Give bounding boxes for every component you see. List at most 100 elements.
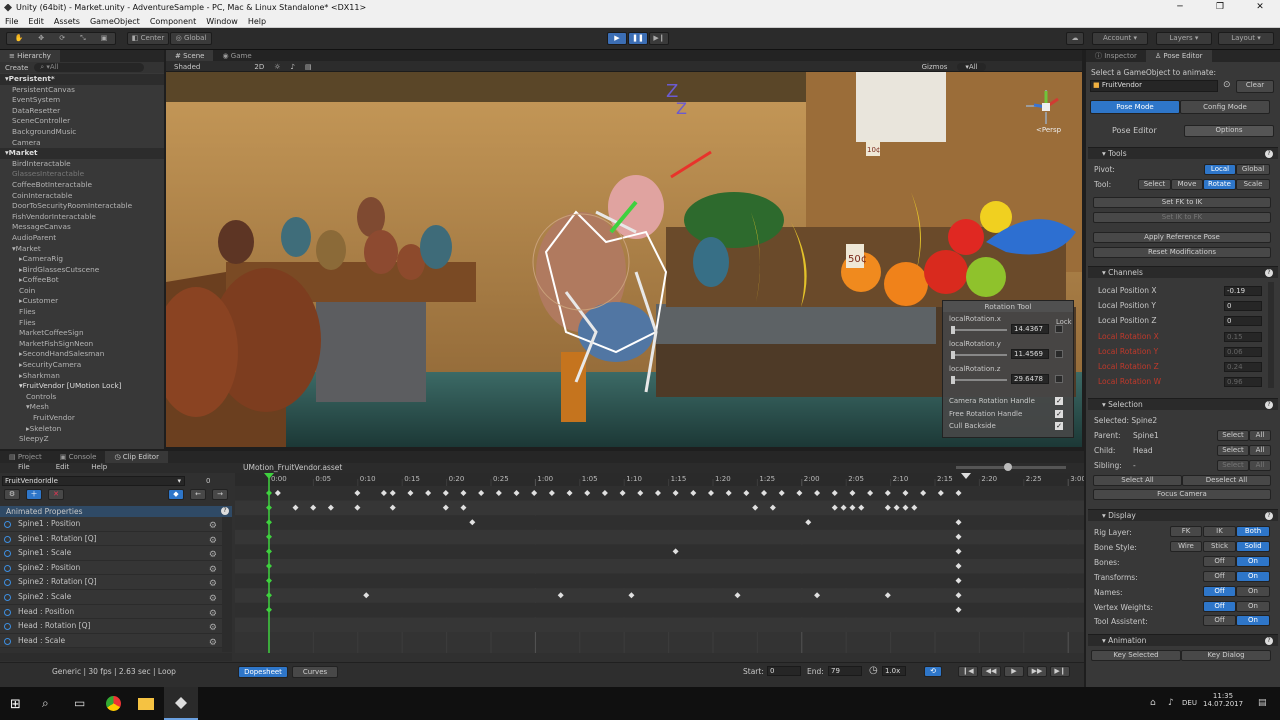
transforms-on-button[interactable]: On [1236,571,1270,582]
rotation-slider[interactable] [951,351,1007,359]
network-icon[interactable]: ⌂ [1150,698,1156,708]
select-parent-all-button[interactable]: All [1249,430,1271,441]
rotation-slider[interactable] [951,376,1007,384]
vertex-on-button[interactable]: On [1236,601,1270,612]
hierarchy-item[interactable]: ▾FruitVendor [UMotion Lock] [0,381,164,392]
hand-tool-icon[interactable]: ✋ [15,33,24,44]
animated-property-row[interactable]: Spine1 : Rotation [Q] ⚙ [0,531,222,547]
animated-property-row[interactable]: Spine1 : Position ⚙ [0,517,222,532]
key-dialog-button[interactable]: Key Dialog [1181,650,1271,661]
help-icon[interactable]: ? [1265,512,1273,520]
hierarchy-item[interactable]: ▾Market [0,148,164,159]
animated-property-row[interactable]: Spine2 : Position ⚙ [0,560,222,576]
rig-fk-button[interactable]: FK [1170,526,1202,537]
effects-icon[interactable]: ▤ [305,63,312,71]
rotation-value-field[interactable]: 29.6478 [1011,374,1049,384]
hierarchy-item[interactable]: DoorToSecurityRoomInteractable [0,201,164,212]
focus-camera-button[interactable]: Focus Camera [1093,489,1271,500]
pivot-local-button[interactable]: Local [1204,164,1236,175]
hierarchy-item[interactable]: MessageCanvas [0,222,164,233]
hierarchy-item[interactable]: MarketCoffeeSign [0,328,164,339]
help-icon[interactable]: ? [1265,150,1273,158]
hierarchy-item[interactable]: ▸CoffeeBot [0,275,164,286]
animated-property-row[interactable]: Head : Rotation [Q] ⚙ [0,619,222,634]
hierarchy-item[interactable]: Controls [0,392,164,403]
options-subtab[interactable]: Options [1184,125,1274,137]
maximize-button[interactable]: ❐ [1200,0,1240,15]
hierarchy-item[interactable]: FishVendorInteractable [0,212,164,223]
tools-header[interactable]: ▾ Tools? [1088,147,1278,159]
clear-button[interactable]: Clear [1236,80,1274,93]
next-frame-button[interactable]: ▶▶ [1027,666,1047,677]
volume-icon[interactable]: ♪ [1168,698,1174,708]
tab-console[interactable]: ▣ Console [51,451,106,463]
pose-editor-subtab[interactable]: Pose Editor [1112,126,1157,135]
bone-wire-button[interactable]: Wire [1170,541,1202,552]
selection-header[interactable]: ▾ Selection? [1088,398,1278,410]
rotation-slider[interactable] [951,326,1007,334]
curves-button[interactable]: Curves [292,666,338,678]
tool-select-button[interactable]: Select [1138,179,1171,190]
tab-clip-editor[interactable]: ◷ Clip Editor [105,451,168,463]
select-all-button[interactable]: Select All [1093,475,1182,486]
tool-rotate-button[interactable]: Rotate [1203,179,1236,190]
hierarchy-item[interactable]: ▸CameraRig [0,254,164,265]
deselect-all-button[interactable]: Deselect All [1182,475,1271,486]
rotation-value-field[interactable]: 11.4569 [1011,349,1049,359]
pivot-global-button[interactable]: Global [1236,164,1270,175]
prev-key-icon[interactable]: ← [190,489,206,500]
lighting-icon[interactable]: ☼ [274,63,280,71]
animation-header[interactable]: ▾ Animation? [1088,634,1278,646]
names-on-button[interactable]: On [1236,586,1270,597]
play-button[interactable]: ▶ [607,32,627,45]
hierarchy-item[interactable]: SleepyZ [0,434,164,445]
clock[interactable]: 11:35 14.07.2017 [1203,692,1243,708]
set-ik-to-fk-button[interactable]: Set IK to FK [1093,212,1271,223]
clip-menu-help[interactable]: Help [81,463,119,473]
channel-value-field[interactable]: 0 [1224,316,1262,327]
hierarchy-item[interactable]: BirdInteractable [0,159,164,170]
channel-value-field[interactable]: -0.19 [1224,286,1262,296]
rect-tool-icon[interactable]: ▣ [101,33,108,44]
channels-header[interactable]: ▾ Channels? [1088,266,1278,278]
assist-on-button[interactable]: On [1236,615,1270,626]
menu-assets[interactable]: Assets [49,15,85,28]
menu-edit[interactable]: Edit [23,15,49,28]
select-parent-button[interactable]: Select [1217,430,1249,441]
unity-taskbar-button[interactable] [164,687,198,720]
zoom-slider[interactable] [956,463,1066,471]
bones-off-button[interactable]: Off [1203,556,1236,567]
channel-value-field[interactable]: 0.24 [1224,362,1262,372]
hierarchy-item[interactable]: ▸Customer [0,296,164,307]
loop-toggle-icon[interactable]: ⟲ [924,666,942,677]
tab-pose-editor[interactable]: ♙ Pose Editor [1145,50,1212,62]
assist-off-button[interactable]: Off [1203,615,1236,626]
prev-frame-button[interactable]: ◀◀ [981,666,1001,677]
rotation-tool-window[interactable]: Rotation Tool Lock localRotation.x 14.43… [942,300,1074,438]
scale-tool-icon[interactable]: ⤡ [80,33,86,44]
rotation-option-checkbox[interactable]: ✓ [1055,422,1063,430]
move-tool-icon[interactable]: ✥ [38,33,44,44]
scene-search-input[interactable]: ▾All [957,62,986,71]
animated-property-row[interactable]: Head : Position ⚙ [0,604,222,620]
end-field[interactable]: 79 [828,666,862,676]
channels-scrollbar[interactable] [1268,282,1274,388]
account-dropdown[interactable]: Account ▾ [1092,32,1148,45]
clip-select-dropdown[interactable]: FruitVendorIdle ▾ [2,476,185,486]
hierarchy-item[interactable]: DataResetter [0,106,164,117]
gizmos-dropdown[interactable]: Gizmos [922,63,948,71]
channel-value-field[interactable]: 0 [1224,301,1262,312]
help-icon[interactable]: ? [1265,269,1273,277]
current-frame-field[interactable]: 0 [206,477,210,485]
rig-both-button[interactable]: Both [1236,526,1270,537]
menu-help[interactable]: Help [243,15,271,28]
start-field[interactable]: 0 [767,666,801,676]
hierarchy-item[interactable]: ▸BirdGlassesCutscene [0,265,164,276]
rig-ik-button[interactable]: IK [1203,526,1236,537]
reset-modifications-button[interactable]: Reset Modifications [1093,247,1271,258]
hierarchy-item[interactable]: Flies [0,307,164,318]
animated-property-row[interactable]: Spine2 : Rotation [Q] ⚙ [0,575,222,590]
transform-tools[interactable]: ✋ ✥ ⟳ ⤡ ▣ [6,32,116,45]
pose-mode-button[interactable]: Pose Mode [1090,100,1180,114]
create-dropdown[interactable]: Create [5,64,28,72]
